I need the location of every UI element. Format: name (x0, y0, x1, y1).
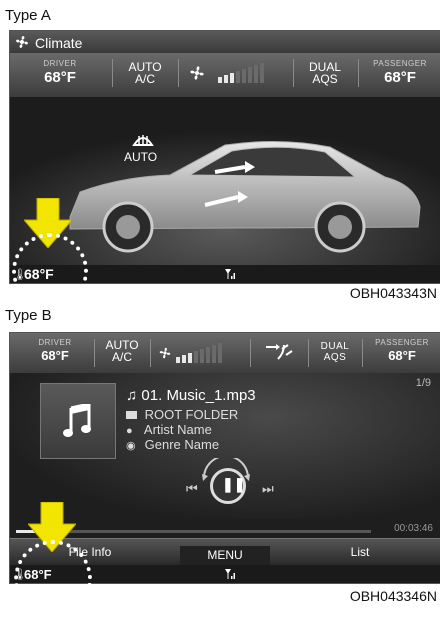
artist-name: Artist Name (143, 422, 212, 437)
driver-temp-control[interactable]: DRIVER 68°F (20, 333, 90, 373)
auto-ac-button[interactable]: AUTO A/C (96, 333, 148, 373)
driver-temp: 68°F (41, 348, 69, 363)
dotted-highlight-circle (14, 540, 92, 618)
fan-level-bar (218, 77, 222, 83)
climate-control-strip: DRIVER 68°F AUTO A/C DUAL AQS PASSENGER … (10, 333, 440, 374)
type-b-label: Type B (5, 307, 52, 324)
driver-temp: 68°F (44, 69, 76, 86)
passenger-temp-control[interactable]: PASSENGER 68°F (360, 53, 440, 93)
climate-header: Climate (10, 31, 440, 53)
signal-icon (225, 269, 235, 279)
next-track-button[interactable]: ⏭ (262, 481, 274, 497)
driver-label: DRIVER (38, 338, 72, 347)
genre-icon: ◉ (126, 440, 136, 452)
auto-ac-button[interactable]: AUTO A/C (115, 53, 175, 93)
album-art (40, 383, 116, 459)
elapsed-time: 00:03:46 (394, 523, 433, 534)
folder-name: ROOT FOLDER (144, 407, 239, 422)
passenger-temp-control[interactable]: PASSENGER 68°F (364, 333, 440, 373)
passenger-label: PASSENGER (375, 338, 429, 347)
divider (178, 59, 179, 87)
person-icon: ● (126, 425, 133, 437)
vent-mode-icon (266, 344, 293, 360)
car-illustration (10, 97, 440, 265)
divider (250, 339, 251, 367)
fan-level-bar (218, 343, 222, 363)
genre-name: Genre Name (144, 437, 220, 452)
skip-forward-icon: ⏭ (262, 481, 274, 496)
fan-level-bar (188, 353, 192, 363)
climate-title: Climate (35, 35, 83, 51)
tab-list[interactable]: List (300, 545, 420, 559)
divider (308, 339, 309, 367)
dual-aqs-button[interactable]: DUAL AQS (295, 53, 355, 93)
type-a-label: Type A (5, 7, 51, 24)
folder-row: ROOT FOLDER (126, 407, 238, 422)
folder-icon (126, 411, 137, 419)
divider (362, 339, 363, 367)
fan-level-bar (206, 347, 210, 363)
fan-level-bar (260, 63, 264, 83)
divider (94, 339, 95, 367)
passenger-label: PASSENGER (373, 59, 427, 68)
passenger-temp: 68°F (384, 69, 416, 86)
driver-temp-control[interactable]: DRIVER 68°F (20, 53, 100, 93)
climate-control-strip: DRIVER 68°F AUTO A/C DUAL AQS PASSENGER … (10, 53, 440, 98)
fan-level-bar (200, 349, 204, 363)
dotted-highlight-circle (12, 233, 88, 309)
divider (150, 339, 151, 367)
seek-arc-icon (202, 458, 250, 481)
track-title-row: ♫ 01. Music_1.mp3 (126, 387, 256, 404)
defrost-mode-label: AUTO (124, 150, 158, 164)
signal-icon (225, 569, 235, 579)
fan-level-bar (224, 75, 228, 83)
fan-icon (159, 347, 171, 359)
music-note-icon: ♫ (126, 387, 138, 404)
fan-level-bar (194, 351, 198, 363)
track-title: 01. Music_1.mp3 (141, 387, 256, 404)
fan-level-bar (212, 345, 216, 363)
previous-track-button[interactable]: ⏮ (186, 481, 198, 497)
vent-mode-button[interactable] (252, 333, 306, 373)
divider (112, 59, 113, 87)
divider (293, 59, 294, 87)
skip-back-icon: ⏮ (186, 481, 198, 496)
fan-level-bar (182, 355, 186, 363)
fan-level-bar (242, 69, 246, 83)
fan-icon (190, 66, 204, 80)
driver-label: DRIVER (43, 59, 77, 68)
genre-row: ◉ Genre Name (126, 437, 219, 452)
fan-speed-control[interactable] (180, 53, 290, 93)
climate-fan-icon (16, 36, 28, 48)
ac-label: A/C (111, 350, 132, 364)
dual-label: DUAL (320, 341, 350, 352)
fan-speed-control[interactable] (152, 333, 248, 373)
music-note-icon (63, 404, 91, 437)
fan-level-bar (176, 357, 180, 363)
divider (358, 59, 359, 87)
artist-row: ● Artist Name (126, 422, 212, 437)
fan-level-bar (236, 71, 240, 83)
fan-level-bar (254, 65, 258, 83)
dual-aqs-button[interactable]: DUAL AQS (310, 333, 360, 373)
figure-code-a: OBH043343N (349, 285, 437, 301)
tab-menu[interactable]: MENU (180, 546, 270, 565)
ac-label: A/C (134, 72, 155, 86)
fan-level-bar (230, 73, 234, 83)
rear-defrost-icon (132, 135, 154, 146)
fan-level-bar (248, 67, 252, 83)
fan-level-bars (176, 343, 222, 363)
passenger-temp: 68°F (388, 348, 416, 363)
track-counter: 1/9 (415, 377, 431, 389)
fan-level-bars (218, 63, 264, 83)
figure-code-b: OBH043346N (349, 588, 437, 604)
aqs-label: AQS (323, 352, 347, 363)
aqs-label: AQS (312, 72, 338, 86)
